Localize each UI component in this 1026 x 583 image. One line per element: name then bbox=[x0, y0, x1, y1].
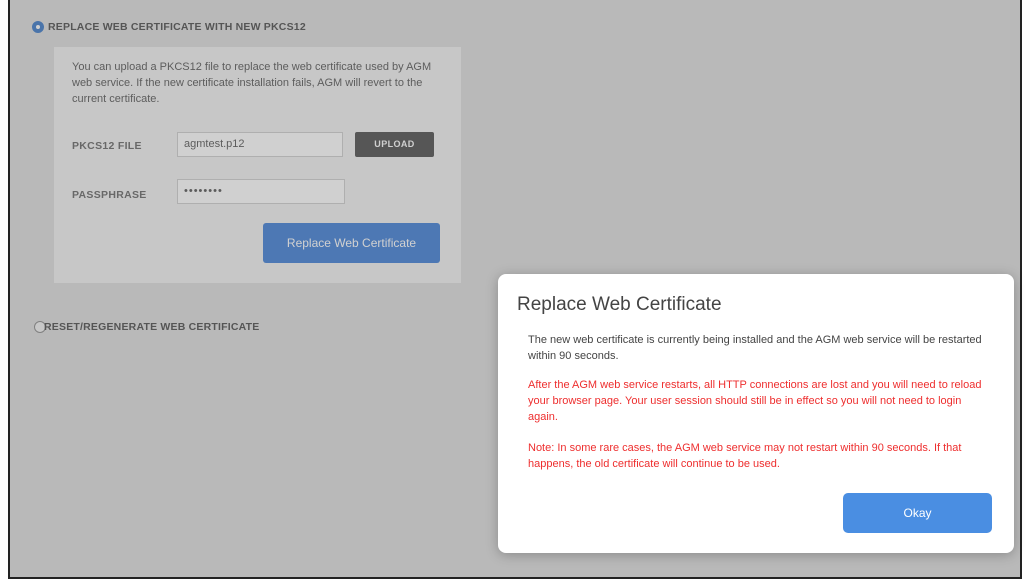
dialog-message: The new web certificate is currently bei… bbox=[528, 334, 982, 362]
okay-button[interactable]: Okay bbox=[843, 493, 992, 533]
dialog-warning-reload: After the AGM web service restarts, all … bbox=[528, 379, 982, 423]
app-frame: REPLACE WEB CERTIFICATE WITH NEW PKCS12 … bbox=[8, 0, 1022, 579]
replace-certificate-dialog: Replace Web Certificate The new web cert… bbox=[498, 274, 1014, 553]
dialog-warning-note: Note: In some rare cases, the AGM web se… bbox=[528, 442, 962, 470]
dialog-title: Replace Web Certificate bbox=[517, 294, 722, 315]
